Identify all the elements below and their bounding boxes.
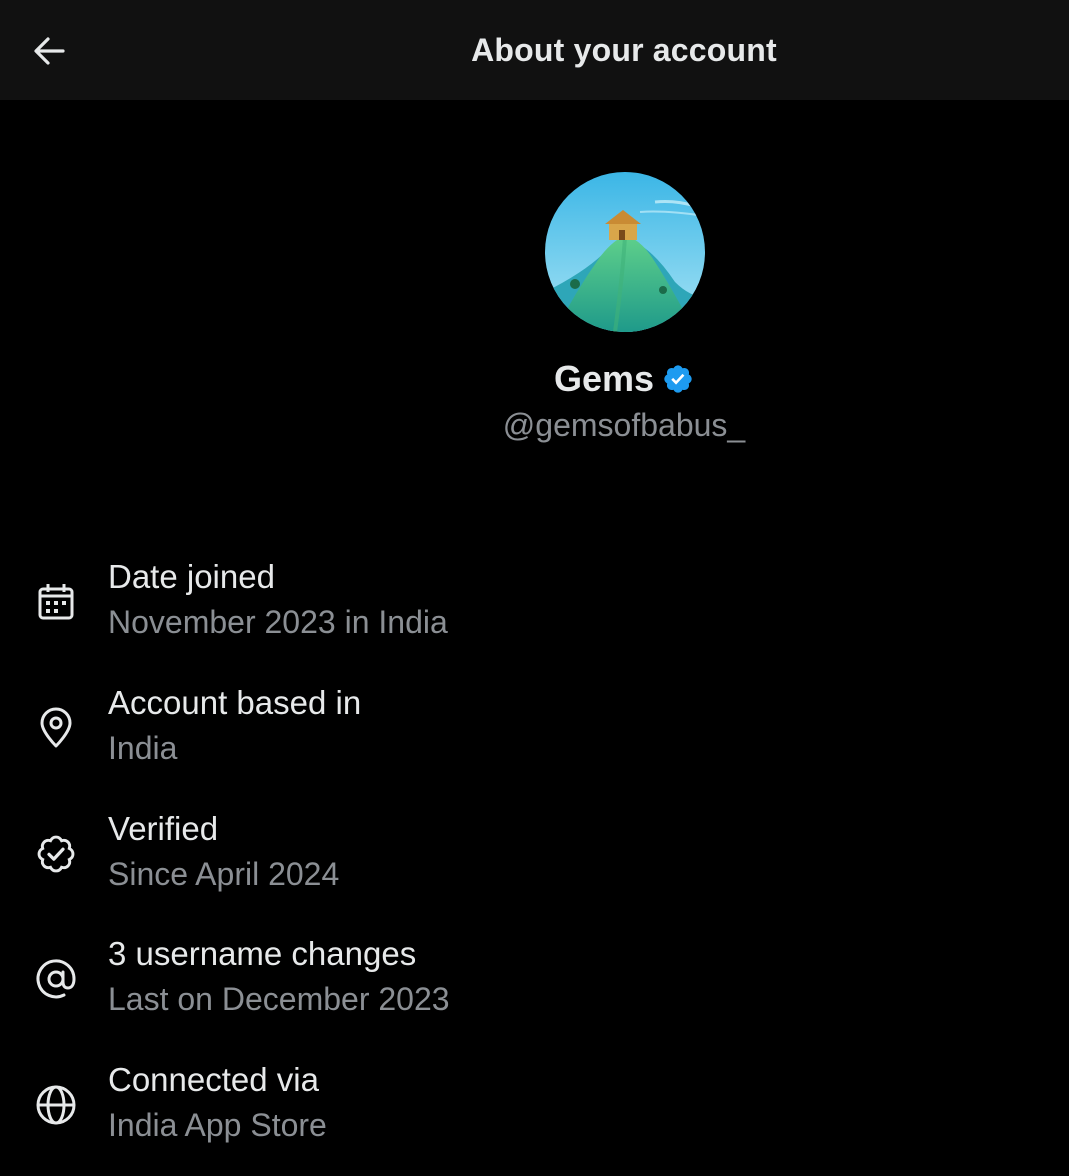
calendar-icon xyxy=(38,584,74,620)
location-pin-icon xyxy=(40,707,72,748)
page-title: About your account xyxy=(471,32,777,68)
info-subtitle: Since April 2024 xyxy=(108,856,340,892)
at-sign-icon xyxy=(36,959,76,999)
avatar[interactable] xyxy=(545,172,705,332)
info-title: Date joined xyxy=(108,558,275,595)
info-subtitle: Last on December 2023 xyxy=(108,981,450,1017)
verified-check-icon xyxy=(37,835,75,873)
profile-name-row: Gems xyxy=(0,356,1069,402)
info-subtitle: India xyxy=(108,730,178,766)
info-item-connected-via: Connected via India App Store xyxy=(0,1057,1069,1157)
display-name: Gems xyxy=(553,358,655,399)
info-title: Connected via xyxy=(108,1061,319,1098)
verified-badge-icon xyxy=(664,365,692,393)
top-app-bar: About your account xyxy=(0,0,1069,100)
avatar-image xyxy=(545,172,705,332)
info-subtitle: India App Store xyxy=(108,1107,327,1143)
info-item-verified: Verified Since April 2024 xyxy=(0,806,1069,906)
profile-handle: @gemsofbabus_ xyxy=(502,407,746,443)
info-title: Account based in xyxy=(108,684,362,721)
info-item-username-changes: 3 username changes Last on December 2023 xyxy=(0,931,1069,1031)
globe-icon xyxy=(36,1085,76,1125)
info-subtitle: November 2023 in India xyxy=(108,604,448,640)
info-title: 3 username changes xyxy=(108,935,417,972)
info-title: Verified xyxy=(108,810,219,847)
info-item-account-based-in: Account based in India xyxy=(0,680,1069,780)
info-item-date-joined: Date joined November 2023 in India xyxy=(0,554,1069,654)
